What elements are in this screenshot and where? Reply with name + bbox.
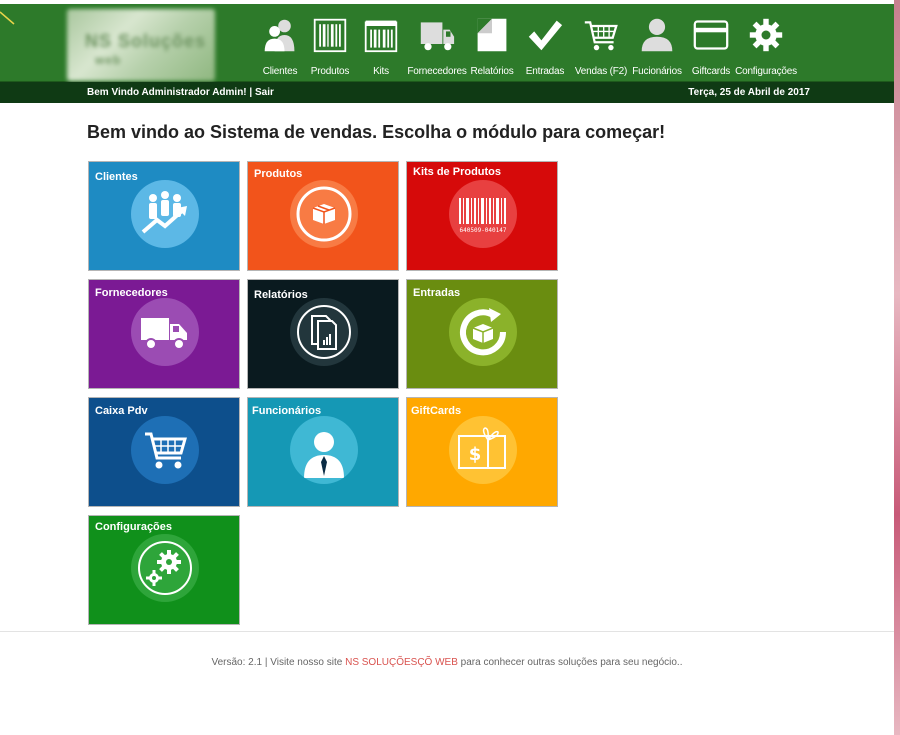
nav-vendas[interactable]: Vendas (F2) bbox=[574, 14, 628, 80]
tile-fornecedores[interactable]: Fornecedores bbox=[88, 279, 240, 389]
gears-icon bbox=[131, 534, 199, 602]
checkmark-icon bbox=[525, 14, 565, 56]
barcode-box-icon bbox=[310, 14, 350, 56]
users-icon bbox=[260, 14, 300, 56]
nav-giftcards[interactable]: Giftcards bbox=[686, 14, 736, 80]
tile-label: Fornecedores bbox=[95, 287, 168, 299]
tile-label: Entradas bbox=[413, 287, 461, 299]
logo[interactable]: NS Soluções web bbox=[67, 9, 215, 81]
nav-label: Produtos bbox=[310, 66, 350, 77]
nav-label: Vendas (F2) bbox=[574, 66, 628, 77]
footer: Versão: 2.1 | Visite nosso site NS SOLUÇ… bbox=[0, 657, 894, 668]
tile-label: Kits de Produtos bbox=[413, 166, 502, 178]
nav-configuracoes[interactable]: Configurações bbox=[735, 14, 797, 80]
card-icon bbox=[691, 14, 731, 56]
tile-label: Produtos bbox=[254, 168, 303, 180]
barcode-number: 640509-040147 bbox=[460, 227, 507, 234]
growth-users-icon bbox=[131, 180, 199, 248]
kits-icon bbox=[361, 14, 401, 56]
document-icon bbox=[472, 14, 512, 56]
truck-icon bbox=[417, 14, 457, 56]
nav-label: Configurações bbox=[735, 66, 797, 77]
nav-label: Giftcards bbox=[691, 66, 731, 77]
nav-fornecedores[interactable]: Fornecedores bbox=[406, 14, 468, 80]
window-edge bbox=[894, 0, 900, 735]
current-date: Terça, 25 de Abril de 2017 bbox=[688, 87, 810, 98]
tile-funcionarios[interactable]: Funcionários bbox=[247, 397, 399, 507]
footer-divider bbox=[0, 631, 894, 632]
cart-icon bbox=[131, 416, 199, 484]
status-bar: Bem Vindo Administrador Admin! | Sair Te… bbox=[0, 82, 894, 103]
person-icon bbox=[637, 14, 677, 56]
nav-funcionarios[interactable]: Fucionários bbox=[628, 14, 686, 80]
truck-icon bbox=[131, 298, 199, 366]
tile-kits-de-produtos[interactable]: Kits de Produtos 640509-040147 bbox=[406, 161, 558, 271]
nav-label: Fornecedores bbox=[407, 66, 467, 77]
tile-label: Configurações bbox=[95, 521, 173, 533]
nav-clientes[interactable]: Clientes bbox=[256, 14, 304, 80]
giftcard-icon: $ bbox=[449, 416, 517, 484]
page-title: Bem vindo ao Sistema de vendas. Escolha … bbox=[87, 122, 666, 142]
employee-icon bbox=[290, 416, 358, 484]
nav-label: Relatórios bbox=[470, 66, 514, 77]
nav-relatorios[interactable]: Relatórios bbox=[468, 14, 516, 80]
cart-icon bbox=[581, 14, 621, 56]
gear-icon bbox=[746, 14, 786, 56]
tile-entradas[interactable]: Entradas bbox=[406, 279, 558, 389]
svg-text:$: $ bbox=[469, 444, 482, 465]
logout-link[interactable]: Sair bbox=[255, 87, 274, 98]
nav-label: Kits bbox=[373, 66, 389, 77]
tile-label: Funcionários bbox=[252, 405, 322, 417]
tile-relatorios[interactable]: Relatórios bbox=[247, 279, 399, 389]
nav-label: Clientes bbox=[262, 66, 298, 77]
welcome-message: Bem Vindo Administrador Admin! bbox=[87, 87, 247, 98]
footer-suffix-text: para conhecer outras soluções para seu n… bbox=[457, 657, 683, 668]
separator: | bbox=[246, 87, 255, 98]
tile-label: Clientes bbox=[95, 171, 138, 183]
nav-produtos[interactable]: Produtos bbox=[304, 14, 356, 80]
tile-label: Caixa Pdv bbox=[95, 405, 148, 417]
tile-label: GiftCards bbox=[411, 405, 462, 417]
box-refresh-icon bbox=[449, 298, 517, 366]
top-header: NS Soluções web Clientes Produtos Kits Fo… bbox=[0, 4, 894, 82]
footer-version-text: Versão: 2.1 | Visite nosso site bbox=[211, 657, 346, 668]
main-nav: Clientes Produtos Kits Fornecedores Rela… bbox=[256, 14, 797, 80]
tile-configuracoes[interactable]: Configurações bbox=[88, 515, 240, 625]
nav-label: Fucionários bbox=[632, 66, 682, 77]
box-icon bbox=[290, 180, 358, 248]
barcode-icon: 640509-040147 bbox=[449, 180, 517, 248]
welcome-text: Bem Vindo Administrador Admin! | Sair bbox=[87, 87, 274, 98]
nav-entradas[interactable]: Entradas bbox=[516, 14, 574, 80]
footer-link[interactable]: NS SOLUÇÕESÇÕ WEB bbox=[345, 657, 458, 668]
report-icon bbox=[290, 298, 358, 366]
tile-giftcards[interactable]: GiftCards $ bbox=[406, 397, 558, 507]
nav-label: Entradas bbox=[525, 66, 565, 77]
corner-decoration bbox=[0, 11, 15, 25]
tile-label: Relatórios bbox=[254, 289, 308, 301]
tile-caixa-pdv[interactable]: Caixa Pdv bbox=[88, 397, 240, 507]
tile-produtos[interactable]: Produtos bbox=[247, 161, 399, 271]
tile-clientes[interactable]: Clientes bbox=[88, 161, 240, 271]
nav-kits[interactable]: Kits bbox=[356, 14, 406, 80]
